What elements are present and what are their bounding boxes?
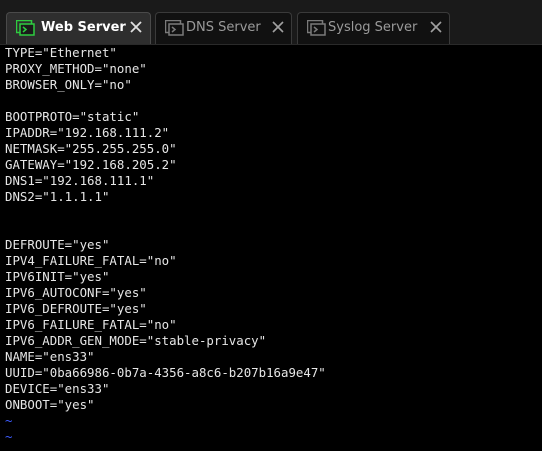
config-line: IPV4_FAILURE_FATAL="no": [5, 253, 177, 268]
config-line: PROXY_METHOD="none": [5, 61, 147, 76]
close-icon[interactable]: [128, 19, 144, 35]
tab-syslog-server[interactable]: Syslog Server: [297, 12, 450, 44]
empty-buffer-tilde: ~: [5, 429, 13, 444]
config-line: BROWSER_ONLY="no": [5, 77, 132, 92]
config-line: ONBOOT="yes": [5, 397, 95, 412]
config-line: [5, 205, 542, 221]
config-line: DNS1="192.168.111.1": [5, 173, 155, 188]
config-line: [5, 221, 542, 237]
config-line: NETMASK="255.255.255.0": [5, 141, 177, 156]
config-line: DNS2="1.1.1.1": [5, 189, 110, 204]
config-line: NAME="ens33": [5, 349, 95, 364]
tab-web-server[interactable]: Web Server: [6, 12, 151, 44]
terminal-icon: [15, 19, 35, 36]
config-line: BOOTPROTO="static": [5, 109, 140, 124]
config-line: IPADDR="192.168.111.2": [5, 125, 170, 140]
config-line: IPV6_FAILURE_FATAL="no": [5, 317, 177, 332]
tab-label: Web Server: [41, 20, 126, 35]
tab-label: Syslog Server: [328, 20, 418, 35]
tab-bar: Web Server DNS Server Syslog Server: [0, 0, 542, 45]
config-line: TYPE="Ethernet": [5, 45, 117, 60]
terminal-icon: [164, 19, 184, 36]
config-line: [5, 93, 542, 109]
terminal-text-area[interactable]: TYPE="Ethernet" PROXY_METHOD="none" BROWSE…: [0, 45, 542, 451]
config-line: IPV6INIT="yes": [5, 269, 110, 284]
config-line: IPV6_AUTOCONF="yes": [5, 285, 147, 300]
close-icon[interactable]: [270, 19, 286, 35]
config-line: UUID="0ba66986-0b7a-4356-a8c6-b207b16a9e…: [5, 365, 326, 380]
terminal-window: Web Server DNS Server Syslog Server TYPE…: [0, 0, 542, 451]
config-line: IPV6_ADDR_GEN_MODE="stable-privacy": [5, 333, 267, 348]
config-line: IPV6_DEFROUTE="yes": [5, 301, 147, 316]
tab-dns-server[interactable]: DNS Server: [155, 12, 292, 44]
tab-label: DNS Server: [186, 20, 261, 35]
config-line: DEFROUTE="yes": [5, 237, 110, 252]
config-line: GATEWAY="192.168.205.2": [5, 157, 177, 172]
terminal-icon: [306, 19, 326, 36]
config-line: DEVICE="ens33": [5, 381, 110, 396]
empty-buffer-tilde: ~: [5, 413, 13, 428]
close-icon[interactable]: [428, 19, 444, 35]
